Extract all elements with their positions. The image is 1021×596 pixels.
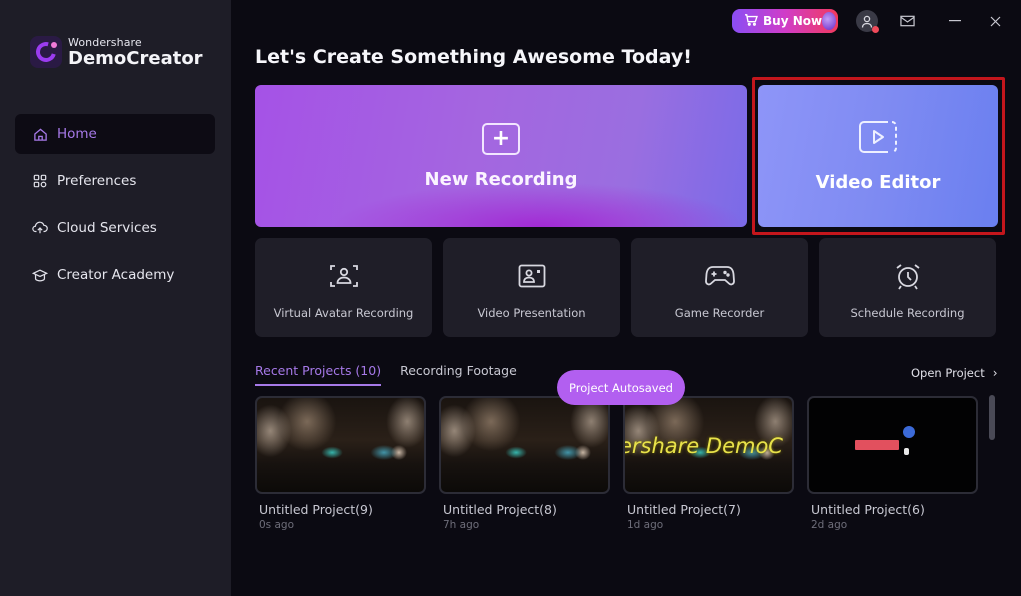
gamepad-icon (704, 262, 735, 290)
sidebar: Wondershare DemoCreator Home Preferences (0, 0, 231, 596)
sidebar-item-label: Preferences (57, 173, 137, 189)
project-card[interactable]: Untitled Project(9) 0s ago (255, 396, 426, 531)
thumbnail-overlay-text: ershare DemoC (623, 434, 783, 458)
chevron-right-icon: › (992, 366, 998, 380)
tool-label: Virtual Avatar Recording (273, 306, 414, 320)
alarm-clock-icon (893, 262, 923, 290)
close-icon[interactable] (984, 10, 1006, 32)
gem-icon (822, 12, 836, 30)
project-card[interactable]: ershare DemoC Untitled Project(7) 1d ago (623, 396, 794, 531)
project-time: 2d ago (811, 519, 848, 531)
sidebar-item-label: Home (57, 126, 97, 142)
sidebar-item-label: Cloud Services (57, 220, 157, 236)
video-presentation-button[interactable]: Video Presentation (443, 238, 620, 337)
presentation-icon (517, 262, 547, 290)
app-window: Wondershare DemoCreator Home Preferences (0, 0, 1021, 596)
virtual-avatar-recording-button[interactable]: Virtual Avatar Recording (255, 238, 432, 337)
project-tabs: Recent Projects (10) Recording Footage (255, 363, 536, 386)
sidebar-item-home[interactable]: Home (15, 114, 215, 154)
project-name: Untitled Project(8) (443, 502, 557, 517)
mail-icon[interactable] (896, 10, 918, 32)
project-time: 1d ago (627, 519, 664, 531)
buy-now-button[interactable]: Buy Now (732, 9, 838, 33)
open-project-label: Open Project (911, 366, 985, 380)
project-thumbnail: ershare DemoC (623, 396, 794, 494)
product-name: DemoCreator (68, 47, 203, 69)
project-name: Untitled Project(9) (259, 502, 373, 517)
sidebar-item-cloud-services[interactable]: Cloud Services (15, 208, 215, 248)
tab-recording-footage[interactable]: Recording Footage (400, 363, 517, 386)
avatar-scan-icon (329, 262, 359, 290)
game-recorder-button[interactable]: Game Recorder (631, 238, 808, 337)
project-thumbnail (255, 396, 426, 494)
page-title: Let's Create Something Awesome Today! (255, 46, 692, 68)
cursor-icon (904, 448, 909, 455)
thumbnail-badge-icon (903, 426, 915, 438)
play-square-icon (858, 120, 898, 158)
brand-name: Wondershare (68, 35, 142, 49)
schedule-recording-button[interactable]: Schedule Recording (819, 238, 996, 337)
video-editor-label: Video Editor (815, 171, 941, 193)
sidebar-item-label: Creator Academy (57, 267, 175, 283)
minimize-icon[interactable] (944, 10, 966, 32)
tool-label: Schedule Recording (850, 306, 965, 320)
user-avatar-icon[interactable] (856, 10, 879, 33)
project-time: 0s ago (259, 519, 295, 531)
thumbnail-label-tag (855, 440, 899, 450)
project-time: 7h ago (443, 519, 480, 531)
project-card[interactable]: Untitled Project(8) 7h ago (439, 396, 610, 531)
tab-recent-projects[interactable]: Recent Projects (10) (255, 363, 382, 386)
scrollbar-thumb[interactable] (989, 395, 995, 440)
project-name: Untitled Project(6) (811, 502, 925, 517)
tool-label: Game Recorder (674, 306, 765, 320)
graduation-cap-icon (32, 267, 48, 283)
sidebar-item-preferences[interactable]: Preferences (15, 161, 215, 201)
home-icon (32, 126, 48, 142)
project-name: Untitled Project(7) (627, 502, 741, 517)
new-recording-card[interactable]: + New Recording (255, 85, 747, 227)
grid-icon (32, 173, 48, 189)
project-thumbnail (439, 396, 610, 494)
autosave-toast: Project Autosaved (557, 370, 685, 405)
cloud-upload-icon (32, 220, 48, 236)
open-project-link[interactable]: Open Project › (911, 366, 998, 380)
buy-now-label: Buy Now (763, 14, 823, 28)
sidebar-item-creator-academy[interactable]: Creator Academy (15, 255, 215, 295)
new-recording-label: New Recording (424, 168, 578, 190)
cart-icon (744, 13, 758, 29)
notification-badge (872, 26, 879, 33)
app-logo: Wondershare DemoCreator (30, 36, 203, 68)
video-editor-card[interactable]: Video Editor (758, 85, 998, 227)
project-thumbnail (807, 396, 978, 494)
tool-label: Video Presentation (477, 306, 586, 320)
project-card[interactable]: Untitled Project(6) 2d ago (807, 396, 978, 531)
democreator-logo-icon (30, 36, 62, 68)
sidebar-nav: Home Preferences Cloud Services Creator … (15, 114, 215, 302)
plus-square-icon: + (482, 122, 520, 155)
